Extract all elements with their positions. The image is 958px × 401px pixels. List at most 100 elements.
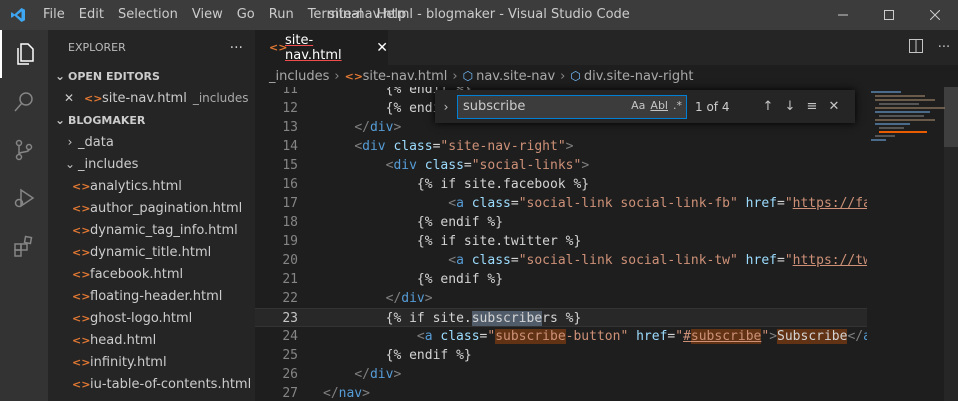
- open-editor-item[interactable]: ✕ <> site-nav.html _includes: [48, 87, 255, 109]
- code-text: {% if site.facebook %}: [416, 177, 590, 192]
- line-number: 23: [282, 311, 298, 326]
- search-icon: [14, 92, 33, 112]
- explorer-more-button[interactable]: ···: [230, 40, 243, 56]
- extensions-button[interactable]: [0, 222, 48, 270]
- code-line: 26 </div>: [255, 365, 867, 384]
- line-number: 27: [282, 386, 298, 401]
- menu-edit[interactable]: Edit: [72, 0, 111, 30]
- debug-icon: [14, 188, 35, 208]
- file-list: <> analytics.html <> author_pagination.htm…: [48, 175, 255, 395]
- source-control-button[interactable]: [0, 126, 48, 174]
- explorer-button[interactable]: [0, 30, 48, 78]
- line-number: 14: [282, 139, 298, 154]
- vertical-scrollbar[interactable]: [944, 87, 958, 401]
- file-item[interactable]: <> head.html: [48, 329, 255, 351]
- html-file-icon: <>: [72, 333, 91, 347]
- menu-go[interactable]: Go: [230, 0, 262, 30]
- file-item[interactable]: <> infinity.html: [48, 351, 255, 373]
- open-editors-section[interactable]: ⌄ OPEN EDITORS: [48, 65, 255, 87]
- file-item[interactable]: <> dynamic_title.html: [48, 241, 255, 263]
- chevron-right-icon: ›: [560, 68, 566, 84]
- menu-help[interactable]: Help: [370, 0, 414, 30]
- maximize-button[interactable]: [866, 0, 912, 30]
- close-find-icon[interactable]: ✕: [823, 99, 845, 114]
- code-editor[interactable]: 11 {% endif %} 12 {% endif %} 13 </div> …: [255, 87, 867, 401]
- code-text: {% endif %}: [416, 215, 504, 230]
- match-whole-word-icon[interactable]: Abl: [650, 99, 668, 112]
- chevron-down-icon: ⌄: [64, 157, 76, 171]
- next-match-icon[interactable]: ↓: [779, 99, 801, 114]
- html-file-icon: <>: [269, 41, 288, 54]
- code-line: 19 {% if site.twitter %}: [255, 232, 867, 251]
- more-actions-icon[interactable]: ···: [930, 40, 958, 55]
- code-line: 16 {% if site.facebook %}: [255, 175, 867, 194]
- code-line: 24 <a class="subscribe-button" href="#su…: [255, 327, 867, 346]
- menu-terminal[interactable]: Terminal: [301, 0, 370, 30]
- breadcrumb-symbol[interactable]: nav.site-nav: [476, 69, 555, 84]
- html-file-icon: <>: [344, 69, 364, 83]
- regex-icon[interactable]: .*: [673, 99, 682, 112]
- file-item[interactable]: <> dynamic_tag_info.html: [48, 219, 255, 241]
- file-item[interactable]: <> author_pagination.html: [48, 197, 255, 219]
- file-item[interactable]: <> ghost-logo.html: [48, 307, 255, 329]
- code-line: 17 <a class="social-link social-link-fb"…: [255, 194, 867, 213]
- menu-selection[interactable]: Selection: [111, 0, 185, 30]
- file-name: iu-table-of-contents.html: [90, 376, 252, 392]
- split-editor-icon[interactable]: [902, 38, 930, 57]
- previous-match-icon[interactable]: ↑: [757, 99, 779, 114]
- close-icon: [930, 10, 940, 20]
- maximize-icon: [884, 10, 894, 20]
- symbol-icon: ⬡: [462, 69, 474, 83]
- match-case-icon[interactable]: Aa: [631, 99, 645, 112]
- project-section[interactable]: ⌄ BLOGMAKER: [48, 109, 255, 131]
- open-editor-desc: _includes: [192, 91, 249, 105]
- source-control-icon: [15, 139, 33, 161]
- file-name: dynamic_title.html: [90, 244, 212, 260]
- line-number: 15: [282, 158, 298, 173]
- html-file-icon: <>: [72, 201, 91, 215]
- file-item[interactable]: <> floating-header.html: [48, 285, 255, 307]
- open-editors-label: OPEN EDITORS: [68, 69, 160, 83]
- html-file-icon: <>: [72, 289, 91, 303]
- file-item[interactable]: <> facebook.html: [48, 263, 255, 285]
- breadcrumb-file[interactable]: site-nav.html: [363, 69, 448, 84]
- editor-actions: ···: [902, 30, 958, 65]
- close-window-button[interactable]: [912, 0, 958, 30]
- find-in-selection-icon[interactable]: ≡: [801, 99, 823, 114]
- code-text: <div class="social-links">: [385, 158, 590, 173]
- scrollbar-thumb[interactable]: [944, 87, 958, 147]
- line-number: 21: [282, 272, 298, 287]
- code-text: {% if site.twitter %}: [416, 234, 582, 249]
- line-number: 17: [282, 196, 298, 211]
- file-item[interactable]: <> analytics.html: [48, 175, 255, 197]
- search-button[interactable]: [0, 78, 48, 126]
- menu-run[interactable]: Run: [262, 0, 301, 30]
- file-name: dynamic_tag_info.html: [90, 222, 238, 238]
- close-icon[interactable]: ✕: [64, 91, 84, 105]
- minimize-button[interactable]: [820, 0, 866, 30]
- menu-file[interactable]: File: [36, 0, 72, 30]
- file-item[interactable]: <> iu-table-of-contents.html: [48, 373, 255, 395]
- html-file-icon: <>: [84, 91, 103, 105]
- tab-close-icon[interactable]: ✕: [376, 40, 388, 56]
- files-icon: [17, 43, 34, 65]
- code-text: </nav>: [323, 386, 370, 401]
- tab-site-nav[interactable]: <> site-nav.html ✕: [255, 30, 388, 65]
- menu-view[interactable]: View: [185, 0, 230, 30]
- toggle-replace-chevron-icon[interactable]: ›: [435, 100, 457, 114]
- breadcrumb-folder[interactable]: _includes: [269, 69, 329, 84]
- folder-data[interactable]: › _data: [48, 131, 255, 153]
- html-file-icon: <>: [72, 245, 91, 259]
- file-name: author_pagination.html: [90, 200, 243, 216]
- code-line: 22 </div>: [255, 289, 867, 308]
- folder-name: _includes: [78, 156, 139, 172]
- folder-includes[interactable]: ⌄ _includes: [48, 153, 255, 175]
- breadcrumb-symbol[interactable]: div.site-nav-right: [584, 69, 694, 84]
- run-debug-button[interactable]: [0, 174, 48, 222]
- code-line: 18 {% endif %}: [255, 213, 867, 232]
- code-line: 27 </nav>: [255, 384, 867, 401]
- find-input[interactable]: subscribe Aa Abl .*: [457, 94, 687, 119]
- code-line: 25 {% endif %}: [255, 346, 867, 365]
- chevron-right-icon: ›: [334, 68, 340, 84]
- file-name: floating-header.html: [90, 288, 223, 304]
